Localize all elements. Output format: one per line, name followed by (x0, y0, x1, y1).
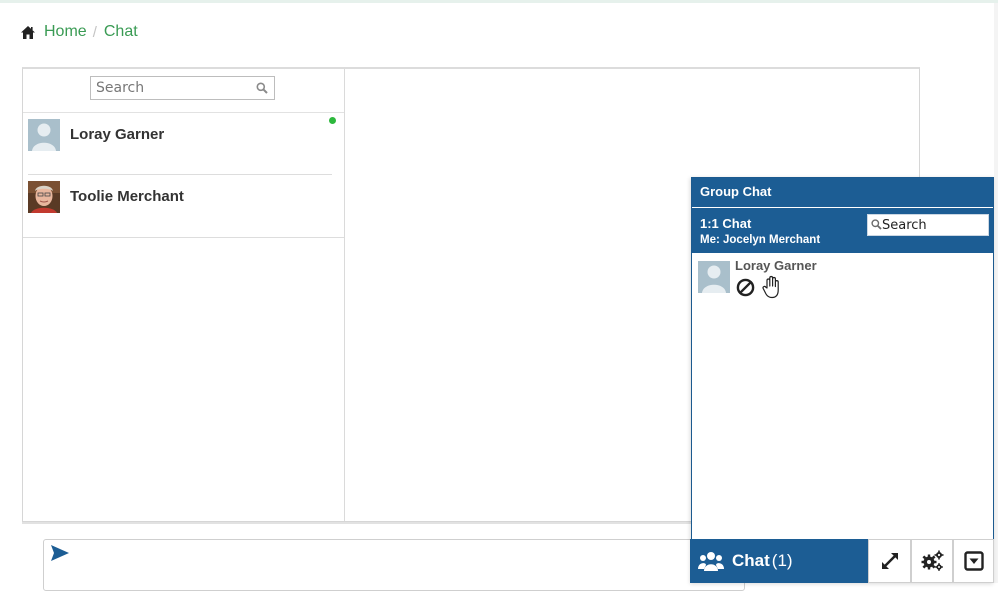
top-accent-line (0, 0, 998, 3)
widget-contact-item[interactable]: Loray Garner (698, 258, 988, 301)
chat-type-title: 1:1 Chat (700, 216, 752, 231)
chat-bar-label: Chat (732, 551, 770, 570)
online-status-dot (329, 117, 336, 124)
raise-hand-icon[interactable] (761, 275, 783, 299)
minimize-button[interactable] (953, 539, 994, 583)
send-icon[interactable] (51, 545, 69, 561)
contact-search-box[interactable] (90, 76, 275, 100)
block-icon[interactable] (736, 278, 755, 297)
default-avatar-icon (698, 261, 730, 293)
caret-down-square-icon (963, 551, 984, 571)
message-composer[interactable] (43, 539, 745, 591)
contact-name: Toolie Merchant (70, 188, 184, 205)
contact-list-divider (23, 237, 344, 238)
contact-photo-avatar (28, 181, 60, 213)
contact-search-input[interactable] (91, 77, 246, 99)
settings-button[interactable] (911, 539, 953, 583)
widget-search-box[interactable] (867, 214, 989, 236)
group-chat-widget: Group Chat 1:1 Chat Me: Jocelyn Merchant… (691, 177, 994, 583)
expand-icon (881, 553, 898, 569)
breadcrumb-home-link[interactable]: Home (44, 23, 87, 41)
search-icon (871, 219, 882, 230)
scrollbar-gutter (994, 3, 998, 583)
current-user-label: Me: Jocelyn Merchant (700, 234, 821, 246)
gears-icon (921, 550, 944, 571)
widget-search-input[interactable] (882, 216, 986, 234)
contact-name: Loray Garner (70, 126, 165, 143)
breadcrumb-chat-link[interactable]: Chat (104, 23, 138, 41)
breadcrumb-separator: / (92, 23, 97, 41)
chat-unread-count: (1) (771, 551, 793, 570)
users-group-icon (698, 552, 724, 571)
group-chat-header[interactable]: Group Chat (692, 178, 993, 207)
contact-item[interactable]: Loray Garner (23, 113, 344, 175)
search-icon[interactable] (256, 82, 268, 94)
home-icon[interactable] (21, 25, 35, 39)
contact-item[interactable]: Toolie Merchant (23, 175, 344, 237)
widget-contact-name: Loray Garner (735, 258, 817, 273)
chat-toggle-button[interactable]: Chat (1) (690, 539, 868, 583)
contact-search-area (23, 69, 344, 113)
breadcrumb: Home / Chat (21, 22, 138, 42)
one-to-one-chat-header: 1:1 Chat Me: Jocelyn Merchant (692, 208, 993, 253)
default-avatar-icon (28, 119, 60, 151)
contact-list-pane: Loray Garner Toolie Merchant (23, 69, 345, 521)
expand-button[interactable] (868, 539, 911, 583)
